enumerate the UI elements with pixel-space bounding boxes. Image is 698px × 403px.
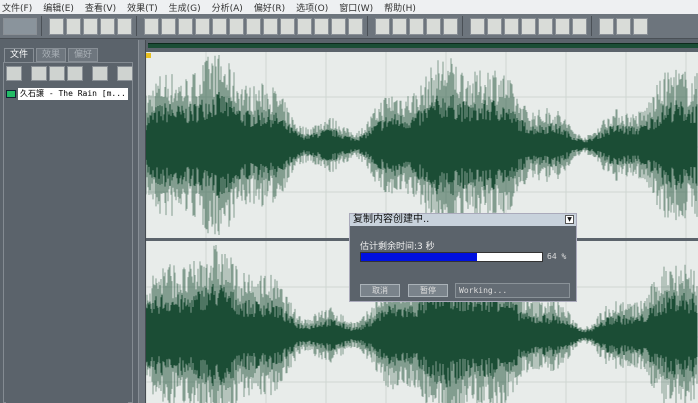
menu-item[interactable]: 查看(V) (85, 1, 116, 14)
sample-display-icon[interactable] (538, 17, 553, 35)
time-remaining: 估计剩余时间:3 秒 (360, 242, 435, 252)
repeat-icon[interactable] (178, 17, 193, 35)
progress-dialog: 复制内容创建中.. ▼ 估计剩余时间:3 秒 64 % 取消 暂停 Workin… (349, 213, 577, 302)
zoom-icon[interactable] (504, 17, 519, 35)
tab-2[interactable]: 偏好 (68, 48, 99, 62)
overview-bar[interactable] (146, 40, 698, 52)
progress-fill (361, 253, 477, 261)
toolbar-separator (591, 16, 597, 36)
paste-icon[interactable] (246, 17, 261, 35)
marker-icon[interactable] (348, 17, 363, 35)
menu-item[interactable]: 窗口(W) (339, 1, 373, 14)
select-icon[interactable] (195, 17, 210, 35)
panel-tabs: 文件 效果 偏好 (4, 48, 100, 62)
cut-icon[interactable] (229, 17, 244, 35)
help-icon[interactable] (117, 66, 133, 81)
trim-icon[interactable] (297, 17, 312, 35)
menu-item[interactable]: 效果(T) (127, 1, 158, 14)
channel-right-icon[interactable] (409, 17, 424, 35)
edit-icon[interactable] (92, 66, 108, 81)
play-icon[interactable] (487, 17, 502, 35)
menu-item[interactable]: 分析(A) (212, 1, 243, 14)
toolbar-separator (367, 16, 373, 36)
menu-item[interactable]: 帮助(H) (384, 1, 416, 14)
menu-item[interactable]: 偏好(R) (254, 1, 285, 14)
channel-both-icon[interactable] (392, 17, 407, 35)
status-field: Working... (455, 283, 570, 298)
time-display-icon[interactable] (521, 17, 536, 35)
save-as-icon[interactable] (100, 17, 115, 35)
open-icon[interactable] (6, 66, 22, 81)
save-all-icon[interactable] (117, 17, 132, 35)
toolbar (0, 14, 698, 39)
copy-icon[interactable] (212, 17, 227, 35)
settings-icon[interactable] (616, 17, 631, 35)
dropdown-arrow-icon[interactable]: ▼ (565, 215, 574, 224)
panel-toolbar (6, 66, 135, 81)
pause-button[interactable]: 暂停 (408, 284, 448, 297)
view-b-icon[interactable] (443, 17, 458, 35)
file-list: 久石譲 - The Rain [m... (6, 87, 128, 403)
menu-item[interactable]: 编辑(E) (43, 1, 74, 14)
view-a-icon[interactable] (426, 17, 441, 35)
cancel-button[interactable]: 取消 (360, 284, 400, 297)
undo-icon[interactable] (144, 17, 159, 35)
tab-0[interactable]: 文件 (4, 48, 35, 62)
new-file-icon[interactable] (49, 17, 64, 35)
mode-switch-icon[interactable] (3, 17, 37, 35)
menu-item[interactable]: 选项(O) (296, 1, 328, 14)
toolbar-separator (41, 16, 47, 36)
panel-splitter[interactable] (138, 40, 146, 403)
menu-item[interactable]: 生成(G) (169, 1, 201, 14)
menu-item[interactable]: 文件(F) (2, 1, 32, 14)
organizer-panel: 文件 效果 偏好 久石譲 - The Rain [m... (0, 40, 140, 403)
overview-range (148, 43, 698, 48)
tab-1[interactable]: 效果 (36, 48, 67, 62)
progress-percent: 64 % (547, 252, 567, 261)
menu-bar: 文件(F) 编辑(E) 查看(V) 效果(T) 生成(G) 分析(A) 偏好(R) 选项(O)… (0, 0, 698, 14)
dialog-title-bar: 复制内容创建中.. ▼ (350, 214, 576, 226)
snap-icon[interactable] (314, 17, 329, 35)
paste-new-icon[interactable] (263, 17, 278, 35)
mix-icon[interactable] (67, 66, 83, 81)
save-icon[interactable] (83, 17, 98, 35)
toolbar-separator (462, 16, 468, 36)
toggle-edit-icon[interactable] (331, 17, 346, 35)
dialog-title: 复制内容创建中.. (353, 214, 430, 225)
waveform-file-icon (6, 89, 16, 98)
view-c-icon[interactable] (470, 17, 485, 35)
mix-paste-icon[interactable] (280, 17, 295, 35)
progress-bar (360, 252, 543, 262)
close-icon[interactable] (31, 66, 47, 81)
level-meter-icon[interactable] (555, 17, 570, 35)
favorites-icon[interactable] (599, 17, 614, 35)
channel-left-icon[interactable] (375, 17, 390, 35)
file-name: 久石譲 - The Rain [m... (18, 87, 128, 100)
help-icon[interactable] (633, 17, 648, 35)
open-file-icon[interactable] (66, 17, 81, 35)
blank-icon[interactable] (572, 17, 587, 35)
toolbar-separator (136, 16, 142, 36)
insert-icon[interactable] (49, 66, 65, 81)
start-marker-icon (146, 53, 151, 58)
list-item[interactable]: 久石譲 - The Rain [m... (6, 87, 128, 100)
redo-icon[interactable] (161, 17, 176, 35)
